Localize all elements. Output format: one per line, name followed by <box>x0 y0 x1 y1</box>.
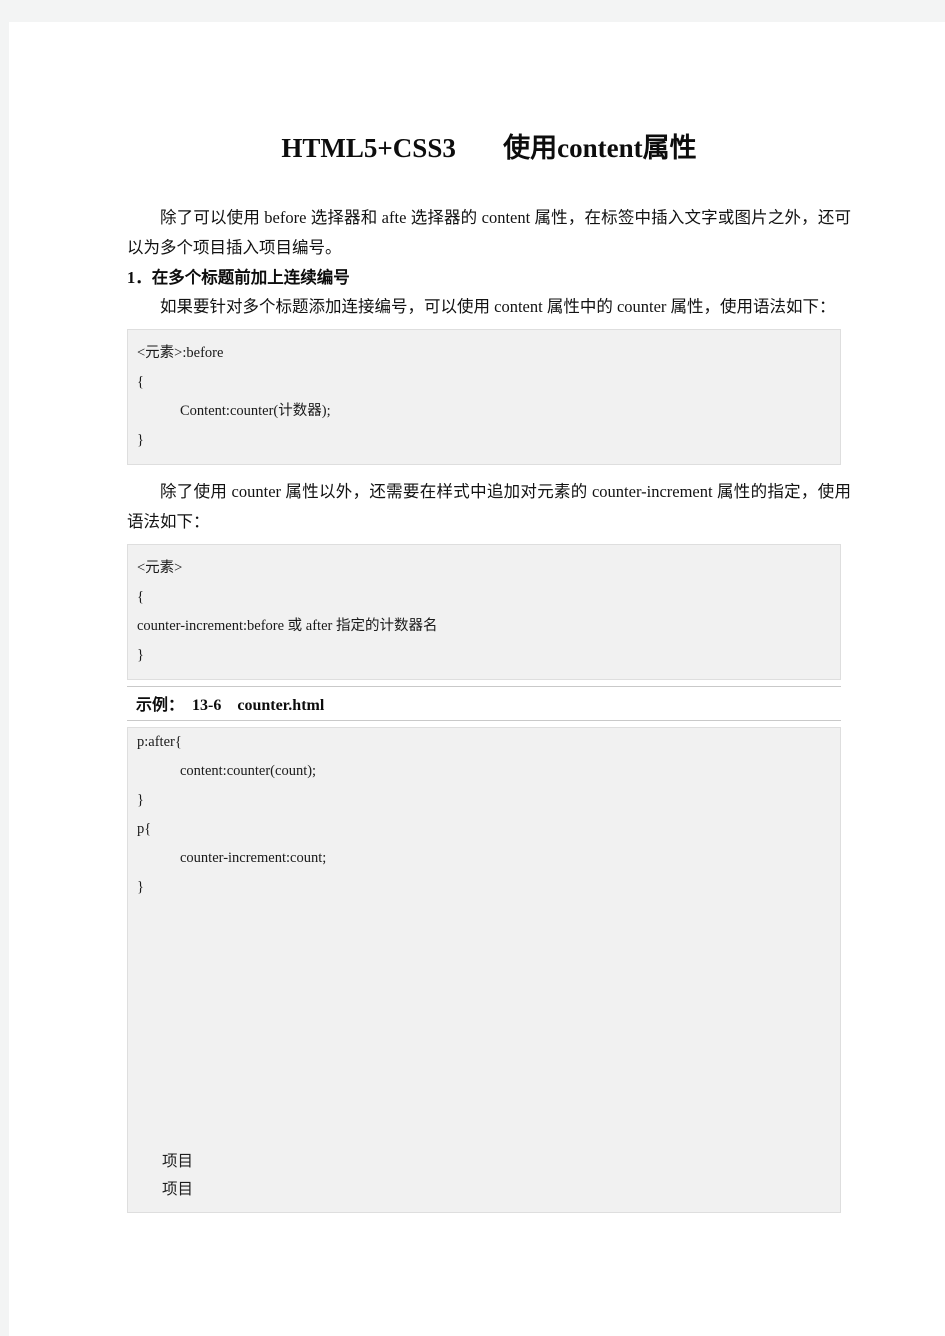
code-line: content:counter(count); <box>180 763 317 780</box>
example-code-listing: p:after{ content:counter(count); } p{ co… <box>127 727 841 1214</box>
syntax-code-block-2: <元素> { counter-increment:before 或 after … <box>127 544 841 681</box>
code-line: } <box>137 879 144 896</box>
example-caption-row: 示例： 13-6 counter.html <box>127 686 841 722</box>
example-number: 13-6 <box>184 697 238 715</box>
document-page: HTML5+CSS3 使用content属性 除了可以使用 before 选择器… <box>9 22 945 1336</box>
counter-intro-paragraph: 如果要针对多个标题添加连接编号，可以使用 content 属性中的 counte… <box>160 297 836 317</box>
code-line: Content:counter(计数器); <box>180 403 331 420</box>
code-line: <元素> <box>137 560 183 577</box>
code-line: p:after{ <box>137 734 182 751</box>
intro-paragraph: 除了可以使用 before 选择器和 afte 选择器的 content 属性，… <box>127 208 851 258</box>
example-filename: counter.html <box>237 697 325 715</box>
syntax-code-block-1: <元素>:before { Content:counter(计数器); } <box>127 329 841 466</box>
code-line: { <box>137 589 144 606</box>
code-line: counter-increment:before 或 after 指定的计数器名 <box>137 618 438 635</box>
code-line: } <box>137 647 144 664</box>
rendered-output-preview: 项目 项目 <box>128 1148 840 1204</box>
example-label: 示例： <box>136 697 185 715</box>
rendered-item: 项目 <box>162 1153 194 1171</box>
code-line: counter-increment:count; <box>180 850 327 867</box>
code-line: <元素>:before <box>137 345 224 362</box>
code-line: { <box>137 374 144 391</box>
code-line: p{ <box>137 821 152 838</box>
section-heading-1: 1．在多个标题前加上连续编号 <box>127 268 350 288</box>
code-line: } <box>137 792 144 809</box>
page-title: HTML5+CSS3 使用content属性 <box>281 133 697 163</box>
document-content: HTML5+CSS3 使用content属性 除了可以使用 before 选择器… <box>127 22 851 1214</box>
rendered-item: 项目 <box>162 1181 194 1199</box>
code-line: } <box>137 432 144 449</box>
increment-intro-paragraph: 除了使用 counter 属性以外，还需要在样式中追加对元素的 counter-… <box>127 482 851 532</box>
